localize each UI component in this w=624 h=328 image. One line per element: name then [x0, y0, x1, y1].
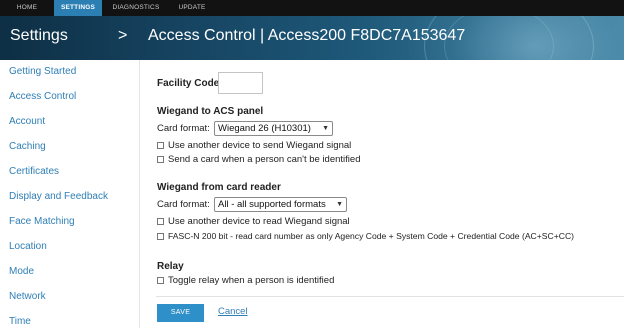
save-button[interactable]: SAVE: [157, 304, 204, 322]
tab-diagnostics[interactable]: DIAGNOSTICS: [102, 0, 170, 16]
checkbox[interactable]: [157, 217, 164, 225]
sidebar-item-getting-started[interactable]: Getting Started: [9, 66, 76, 77]
option-label: Use another device to send Wiegand signa…: [168, 139, 352, 151]
acs-card-format-label: Card format:: [157, 123, 210, 134]
sidebar-item-network[interactable]: Network: [9, 291, 46, 302]
top-nav: HOME SETTINGS DIAGNOSTICS UPDATE: [0, 0, 624, 16]
checkbox[interactable]: [157, 155, 164, 163]
wiegand-reader-heading: Wiegand from card reader: [157, 182, 281, 193]
tab-update[interactable]: UPDATE: [170, 0, 214, 16]
sidebar-item-access-control[interactable]: Access Control: [9, 91, 76, 102]
cancel-link[interactable]: Cancel: [218, 306, 248, 317]
sidebar: Getting Started Access Control Account C…: [0, 60, 140, 328]
reader-card-format-value: All - all supported formats: [218, 199, 326, 210]
reader-card-format-label: Card format:: [157, 199, 210, 210]
wiegand-acs-heading: Wiegand to ACS panel: [157, 106, 264, 117]
access-control-form: Facility Code Wiegand to ACS panel Card …: [140, 60, 624, 328]
option-label: Send a card when a person can't be ident…: [168, 153, 361, 165]
acs-card-format-select[interactable]: Wiegand 26 (H10301) ▼: [214, 121, 333, 136]
checkbox[interactable]: [157, 276, 164, 284]
sidebar-item-account[interactable]: Account: [9, 116, 45, 127]
option-fasc-n[interactable]: FASC-N 200 bit - read card number as onl…: [157, 230, 574, 242]
sidebar-item-face-matching[interactable]: Face Matching: [9, 216, 75, 227]
reader-card-format-select[interactable]: All - all supported formats ▼: [214, 197, 347, 212]
option-send-card-unidentified[interactable]: Send a card when a person can't be ident…: [157, 153, 360, 165]
option-label: Toggle relay when a person is identified: [168, 274, 335, 286]
acs-card-format-value: Wiegand 26 (H10301): [218, 123, 311, 134]
option-label: FASC-N 200 bit - read card number as onl…: [168, 231, 575, 241]
sidebar-item-location[interactable]: Location: [9, 241, 47, 252]
chevron-down-icon: ▼: [322, 125, 329, 132]
page-header: Settings > Access Control | Access200 F8…: [0, 16, 624, 60]
option-send-wiegand[interactable]: Use another device to send Wiegand signa…: [157, 139, 351, 151]
option-label: Use another device to read Wiegand signa…: [168, 215, 350, 227]
sidebar-item-time[interactable]: Time: [9, 316, 31, 327]
checkbox[interactable]: [157, 232, 164, 240]
checkbox[interactable]: [157, 141, 164, 149]
sidebar-item-certificates[interactable]: Certificates: [9, 166, 59, 177]
relay-heading: Relay: [157, 261, 184, 272]
form-divider: [156, 296, 624, 297]
sidebar-item-mode[interactable]: Mode: [9, 266, 34, 277]
page-title: Access Control | Access200 F8DC7A153647: [148, 27, 466, 44]
chevron-down-icon: ▼: [336, 201, 343, 208]
facility-code-input[interactable]: [218, 72, 263, 94]
sidebar-item-caching[interactable]: Caching: [9, 141, 46, 152]
chevron-right-icon: >: [118, 27, 128, 44]
option-read-wiegand[interactable]: Use another device to read Wiegand signa…: [157, 215, 350, 227]
facility-code-label: Facility Code: [157, 78, 220, 89]
header-section-title: Settings: [10, 27, 68, 44]
tab-settings[interactable]: SETTINGS: [54, 0, 102, 16]
sidebar-item-display-feedback[interactable]: Display and Feedback: [9, 191, 108, 202]
option-toggle-relay[interactable]: Toggle relay when a person is identified: [157, 274, 334, 286]
tab-home[interactable]: HOME: [0, 0, 54, 16]
